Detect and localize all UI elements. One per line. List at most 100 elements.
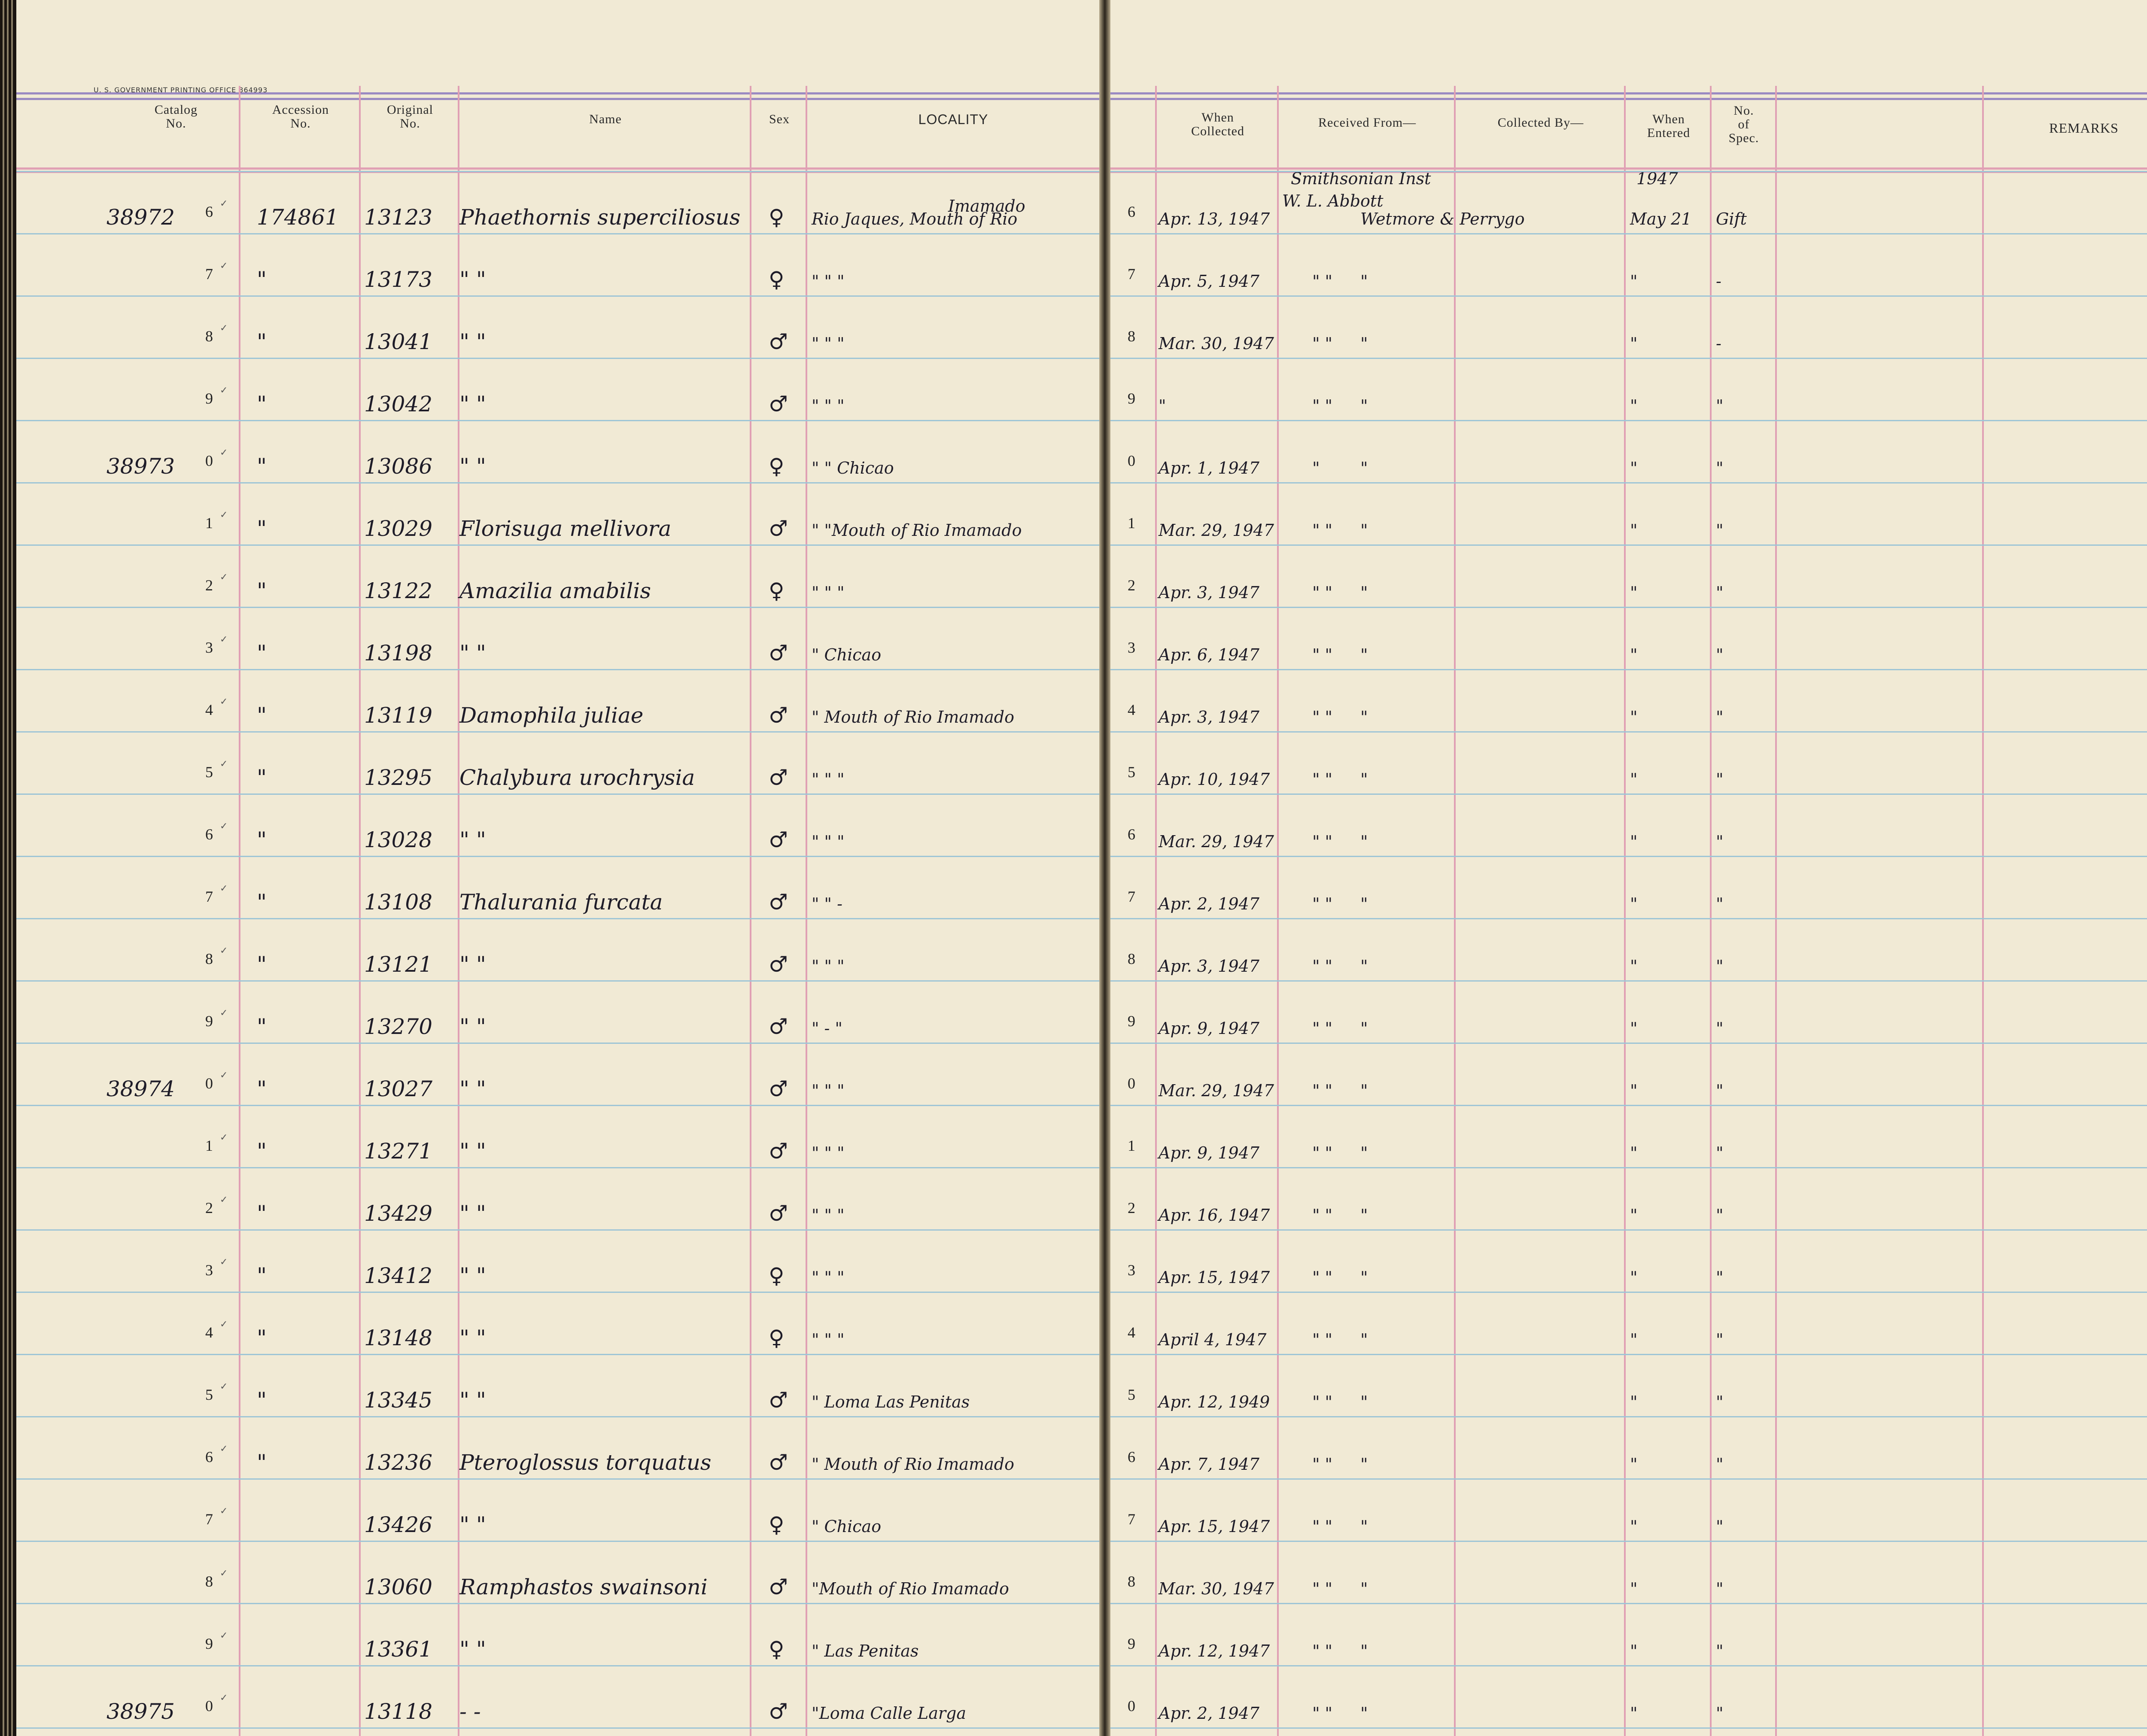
check-mark: ✓ [220, 1444, 228, 1454]
catalog-digit: 5 [205, 763, 213, 781]
no-of-spec: " [1716, 645, 1724, 664]
received-from: " " [1312, 396, 1333, 415]
row-number: 2 [1128, 1199, 1135, 1216]
accession-no: " [257, 1326, 267, 1350]
original-no: 13060 [364, 1575, 433, 1599]
accession-no: " [257, 827, 267, 852]
original-no: 13345 [364, 1388, 433, 1413]
ruled-line [1110, 1167, 2147, 1168]
locality: " " " [812, 396, 845, 415]
header-catalog: Catalog No. [154, 103, 198, 131]
no-of-spec: " [1716, 583, 1724, 602]
accession-no: " [257, 516, 267, 541]
locality: " Mouth of Rio Imamado [812, 1455, 1014, 1474]
top-rule [1110, 98, 2147, 100]
row-number: 6 [1128, 203, 1135, 220]
received-from: " [1312, 459, 1320, 477]
accession-no: " [257, 1139, 267, 1164]
when-collected: Apr. 3, 1947 [1159, 957, 1259, 976]
locality: "Mouth of Rio Imamado [812, 1579, 1009, 1598]
ruled-line [16, 1541, 1099, 1542]
catalog-digit: 7 [205, 888, 213, 905]
row-number: 1 [1128, 1137, 1135, 1154]
book-spine [1099, 0, 1110, 1736]
ruled-line [1110, 1541, 2147, 1542]
when-entered: " [1630, 334, 1638, 353]
no-of-spec: " [1716, 832, 1724, 851]
sex-symbol: ♀ [769, 1637, 785, 1662]
ruled-line [1110, 794, 2147, 795]
header-no-spec: No. of Spec. [1728, 103, 1759, 145]
ruled-line [16, 980, 1099, 982]
sex-symbol: ♂ [769, 641, 788, 666]
no-of-spec: " [1716, 1392, 1724, 1411]
check-mark: ✓ [220, 261, 228, 271]
specimen-name: Amazilia amabilis [459, 578, 651, 603]
original-no: 13123 [364, 205, 433, 230]
check-mark: ✓ [220, 1132, 228, 1143]
entered-year: 1947 [1636, 169, 1678, 188]
when-entered: " [1630, 894, 1638, 913]
check-mark: ✓ [220, 1070, 228, 1081]
catalog-digit: 0 [205, 452, 213, 469]
page-edge [7, 0, 9, 1736]
row-number: 6 [1128, 1448, 1135, 1465]
catalog-digit: 0 [205, 1697, 213, 1715]
ruled-line [1110, 980, 2147, 982]
received-from: " " [1312, 894, 1333, 913]
original-no: 13118 [364, 1699, 433, 1724]
ruled-line [16, 420, 1099, 421]
ruled-line [1110, 295, 2147, 297]
catalog-digit: 4 [205, 1324, 213, 1341]
header-collected-by: Collected By— [1497, 116, 1584, 130]
no-of-spec: " [1716, 957, 1724, 976]
collected-by: " [1360, 1642, 1368, 1660]
when-collected: Apr. 2, 1947 [1159, 894, 1259, 913]
specimen-name: Phaethornis superciliosus [459, 205, 741, 230]
row-number: 2 [1128, 577, 1135, 594]
accession-no: " [257, 392, 267, 417]
specimen-name: " " [459, 329, 486, 354]
accession-no: 174861 [257, 205, 339, 230]
ruled-line [16, 1727, 1099, 1729]
row-number: 4 [1128, 701, 1135, 718]
catalog-digit: 8 [205, 1573, 213, 1590]
when-collected: Mar. 29, 1947 [1159, 1081, 1274, 1100]
ruled-line [16, 1478, 1099, 1480]
check-mark: ✓ [220, 883, 228, 894]
received-from: " " [1312, 708, 1333, 727]
when-entered: " [1630, 1206, 1638, 1225]
check-mark: ✓ [220, 1568, 228, 1579]
locality: " " " [812, 832, 845, 851]
locality: " Chicao [812, 645, 882, 664]
specimen-name: " " [459, 1014, 486, 1039]
sex-symbol: ♂ [769, 765, 788, 790]
specimen-name: " " [459, 1326, 486, 1350]
collected-by: " [1360, 1143, 1368, 1162]
check-mark: ✓ [220, 1257, 228, 1268]
catalog-digit: 7 [205, 265, 213, 283]
row-number: 5 [1128, 763, 1135, 781]
original-no: 13173 [364, 267, 433, 292]
check-mark: ✓ [220, 696, 228, 707]
ruled-line [1110, 1603, 2147, 1604]
original-no: 13148 [364, 1326, 433, 1350]
no-of-spec: " [1716, 894, 1724, 913]
accession-no: " [257, 1201, 267, 1226]
catalog-digit: 9 [205, 1012, 213, 1030]
ruled-line [1110, 731, 2147, 733]
catalog-prefix: 38972 [106, 205, 175, 230]
no-of-spec: " [1716, 1143, 1724, 1162]
catalog-digit: 9 [205, 1635, 213, 1652]
ruled-line [1110, 482, 2147, 483]
when-collected: April 4, 1947 [1159, 1330, 1267, 1349]
accession-no: " [257, 952, 267, 977]
received-from: " " [1312, 334, 1333, 353]
no-of-spec: " [1716, 770, 1724, 789]
locality: " " " [812, 1268, 845, 1287]
when-entered: " [1630, 832, 1638, 851]
check-mark: ✓ [220, 1381, 228, 1392]
specimen-name: " " [459, 1637, 486, 1662]
locality: " " " [812, 770, 845, 789]
page-edge [3, 0, 4, 1736]
